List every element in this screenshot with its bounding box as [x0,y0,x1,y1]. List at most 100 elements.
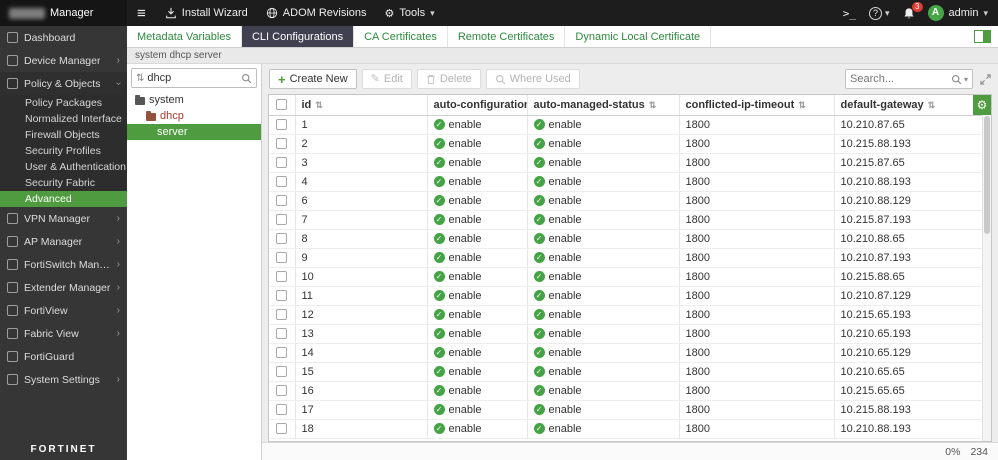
tree-node-system[interactable]: system [127,92,261,108]
tree-node-dhcp[interactable]: dhcp [127,108,261,124]
adom-revisions-icon [266,7,277,19]
row-checkbox[interactable] [276,328,288,340]
row-checkbox[interactable] [276,290,288,302]
sidebar-subitem-security-profiles[interactable]: Security Profiles [0,143,127,159]
search-options-icon[interactable] [951,74,962,85]
row-checkbox-cell [269,191,296,211]
table-row[interactable]: 15 ✓ enable ✓ enable 1800 10.210.65.65 [269,362,991,382]
column-header-auto-configuration[interactable]: auto-configuration⇅ [427,95,528,116]
row-checkbox[interactable] [276,347,288,359]
help-menu-button[interactable]: ? ▾ [868,6,890,20]
sidebar-subitem-advanced[interactable]: Advanced [0,191,127,207]
tools-menu-button[interactable]: ⚙ Tools ▾ [376,0,444,26]
row-checkbox[interactable] [276,233,288,245]
panel-toggle-icon[interactable] [974,30,991,43]
row-checkbox[interactable] [276,309,288,321]
delete-button[interactable]: Delete [416,69,481,89]
notifications-button[interactable]: 3 [903,1,923,20]
table-row[interactable]: 6 ✓ enable ✓ enable 1800 10.210.88.129 [269,191,991,211]
table-row[interactable]: 3 ✓ enable ✓ enable 1800 10.215.87.65 [269,153,991,173]
table-row[interactable]: 11 ✓ enable ✓ enable 1800 10.210.87.129 [269,286,991,306]
table-row[interactable]: 4 ✓ enable ✓ enable 1800 10.210.88.193 [269,172,991,192]
sidebar-item-ap-manager[interactable]: AP Manager › [0,230,127,253]
row-checkbox[interactable] [276,214,288,226]
tab-ca-certificates[interactable]: CA Certificates [354,26,448,47]
scrollbar-thumb[interactable] [984,116,990,234]
row-checkbox[interactable] [276,252,288,264]
sidebar-subitem-security-fabric[interactable]: Security Fabric [0,175,127,191]
create-new-button[interactable]: + Create New [269,69,357,89]
cell-default-gateway: 10.210.87.193 [834,248,991,268]
tab-cli-configurations[interactable]: CLI Configurations [241,26,355,47]
hamburger-menu-icon[interactable]: ≡ [127,0,156,26]
enable-status-icon: ✓ [433,176,445,188]
vertical-scrollbar[interactable] [982,115,991,441]
table-row[interactable]: 2 ✓ enable ✓ enable 1800 10.215.88.193 [269,134,991,154]
edit-button[interactable]: ✎ Edit [361,69,412,89]
column-header-id[interactable]: id ⇅ [295,95,428,116]
table-row[interactable]: 18 ✓ enable ✓ enable 1800 10.210.88.193 [269,419,991,439]
cell-conflicted-ip-timeout: 1800 [679,153,835,173]
tree-search-input[interactable] [147,72,238,84]
table-row[interactable]: 12 ✓ enable ✓ enable 1800 10.215.65.193 [269,305,991,325]
column-settings-button[interactable]: ⚙ [973,95,991,115]
sidebar-subitem-user-authentication[interactable]: User & Authentication [0,159,127,175]
cell-auto-managed-status: ✓ enable [527,172,680,192]
row-checkbox[interactable] [276,195,288,207]
table-row[interactable]: 9 ✓ enable ✓ enable 1800 10.210.87.193 [269,248,991,268]
table-row[interactable]: 1 ✓ enable ✓ enable 1800 10.210.87.65 [269,115,991,135]
sort-filter-icon[interactable]: ⇅ [136,73,144,84]
row-checkbox[interactable] [276,157,288,169]
sidebar-subitem-policy-packages[interactable]: Policy Packages [0,95,127,111]
sidebar-item-dashboard[interactable]: Dashboard [0,26,127,49]
select-all-cell [269,95,296,116]
expand-icon[interactable] [980,73,991,85]
tree-node-server[interactable]: server [127,124,261,140]
cell-auto-managed-status: ✓ enable [527,305,680,325]
user-menu-button[interactable]: A admin ▾ [927,5,988,21]
cell-auto-configuration: ✓ enable [427,210,528,230]
table-row[interactable]: 17 ✓ enable ✓ enable 1800 10.215.88.193 [269,400,991,420]
row-checkbox[interactable] [276,176,288,188]
tab-remote-certificates[interactable]: Remote Certificates [448,26,566,47]
sidebar-subitem-firewall-objects[interactable]: Firewall Objects [0,127,127,143]
install-wizard-button[interactable]: Install Wizard [156,0,257,26]
column-header-default-gateway[interactable]: default-gateway ⇅ [834,95,991,116]
table-row[interactable]: 13 ✓ enable ✓ enable 1800 10.210.65.193 [269,324,991,344]
where-used-button[interactable]: Where Used [485,69,580,89]
row-checkbox[interactable] [276,271,288,283]
column-header-conflicted-ip-timeout[interactable]: conflicted-ip-timeout ⇅ [679,95,835,116]
table-row[interactable]: 16 ✓ enable ✓ enable 1800 10.215.65.65 [269,381,991,401]
sidebar-item-fortiswitch-manager[interactable]: FortiSwitch Manager › [0,253,127,276]
sidebar-item-fortiview[interactable]: FortiView › [0,299,127,322]
table-search-input[interactable] [850,73,949,85]
row-checkbox[interactable] [276,423,288,435]
table-row[interactable]: 7 ✓ enable ✓ enable 1800 10.215.87.193 [269,210,991,230]
sidebar-item-vpn-manager[interactable]: VPN Manager › [0,207,127,230]
row-checkbox[interactable] [276,404,288,416]
row-checkbox[interactable] [276,119,288,131]
sidebar-item-fabric-view[interactable]: Fabric View › [0,322,127,345]
system-settings-icon [7,374,18,385]
row-checkbox[interactable] [276,138,288,150]
terminal-icon[interactable]: >_ [843,7,856,20]
sidebar-item-system-settings[interactable]: System Settings › [0,368,127,391]
row-checkbox[interactable] [276,385,288,397]
table-row[interactable]: 10 ✓ enable ✓ enable 1800 10.215.88.65 [269,267,991,287]
cell-conflicted-ip-timeout: 1800 [679,381,835,401]
column-header-auto-managed-status[interactable]: auto-managed-status ⇅ [527,95,680,116]
sidebar-item-fortiguard[interactable]: FortiGuard [0,345,127,368]
sidebar-item-policy-objects[interactable]: Policy & Objects › [0,72,127,95]
adom-revisions-button[interactable]: ADOM Revisions [257,0,376,26]
tab-dynamic-local-certificate[interactable]: Dynamic Local Certificate [565,26,712,47]
table-row[interactable]: 14 ✓ enable ✓ enable 1800 10.210.65.129 [269,343,991,363]
sort-icon: ⇅ [798,99,806,110]
select-all-checkbox[interactable] [276,99,288,111]
row-checkbox-cell [269,400,296,420]
table-row[interactable]: 8 ✓ enable ✓ enable 1800 10.210.88.65 [269,229,991,249]
sidebar-item-extender-manager[interactable]: Extender Manager › [0,276,127,299]
sidebar-item-device-manager[interactable]: Device Manager › [0,49,127,72]
tab-metadata-variables[interactable]: Metadata Variables [127,26,242,47]
row-checkbox[interactable] [276,366,288,378]
sidebar-subitem-normalized-interface[interactable]: Normalized Interface [0,111,127,127]
